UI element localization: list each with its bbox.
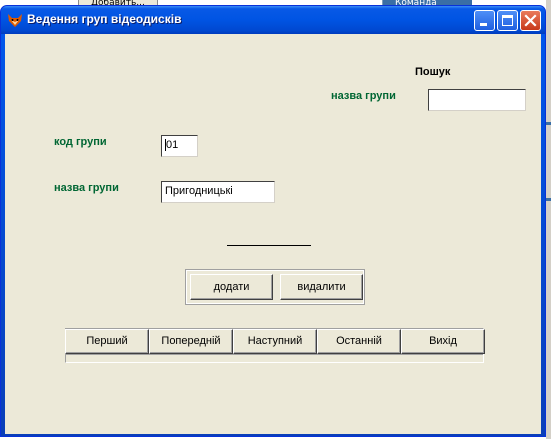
group-code-value: 01: [166, 139, 179, 151]
maximize-button[interactable]: [497, 10, 518, 31]
first-record-button[interactable]: Перший: [65, 329, 149, 354]
last-record-button[interactable]: Останній: [317, 329, 401, 354]
maximize-icon: [502, 15, 513, 26]
group-name-label: назва групи: [54, 182, 119, 194]
close-button[interactable]: [520, 10, 541, 31]
background-selection-mark: [546, 122, 551, 125]
minimize-icon: [480, 23, 487, 26]
next-record-button[interactable]: Наступний: [233, 329, 317, 354]
background-app-edge: [546, 0, 551, 439]
exit-button[interactable]: Вихід: [401, 329, 485, 354]
search-name-input[interactable]: [428, 89, 526, 111]
navigation-bar-line: [66, 354, 483, 355]
group-name-input[interactable]: Пригодницькі: [161, 181, 275, 203]
minimize-button[interactable]: [474, 10, 495, 31]
window-title: Ведення груп відеодисків: [27, 12, 182, 26]
fox-app-icon: [8, 14, 22, 27]
add-button[interactable]: додати: [190, 274, 273, 300]
previous-record-button[interactable]: Попередній: [149, 329, 233, 354]
close-icon: [524, 14, 537, 27]
client-area: Пошук назва групи код групи 01 назва гру…: [5, 34, 541, 434]
search-name-label: назва групи: [331, 90, 396, 102]
search-heading: Пошук: [415, 66, 451, 78]
background-selection-mark: [546, 198, 551, 201]
main-window: Ведення груп відеодисків Пошук назва гру…: [0, 5, 546, 437]
title-bar[interactable]: Ведення груп відеодисків: [1, 6, 545, 34]
delete-button[interactable]: видалити: [280, 274, 363, 300]
group-code-label: код групи: [54, 136, 107, 148]
group-code-input[interactable]: 01: [161, 135, 198, 157]
divider-line: [227, 245, 311, 246]
